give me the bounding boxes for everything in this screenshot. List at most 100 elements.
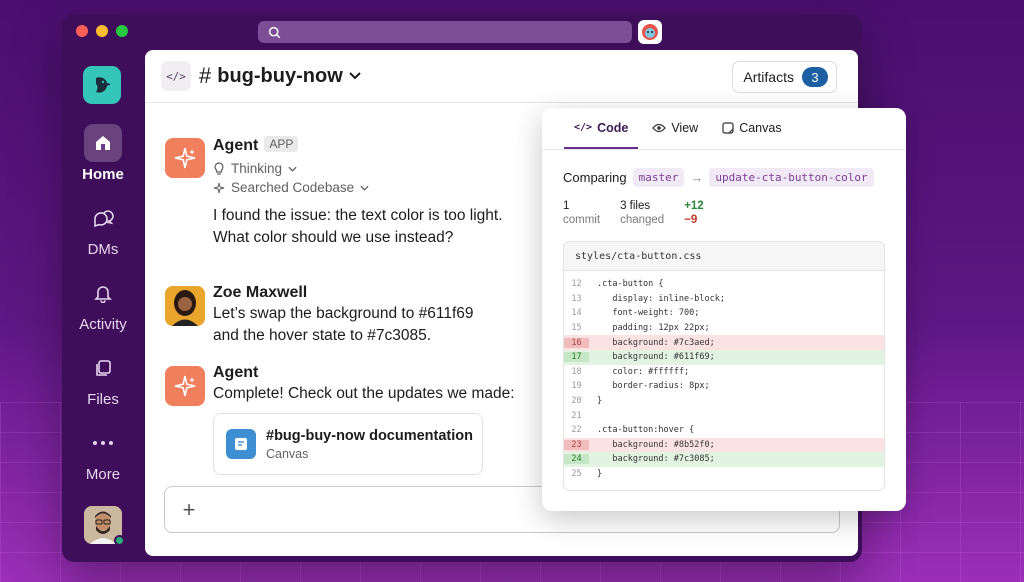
sidebar-item-label: Files — [87, 391, 119, 408]
base-branch[interactable]: master — [632, 168, 685, 187]
code-text: .cta-button { — [597, 279, 664, 290]
agent-avatar-icon — [642, 24, 658, 40]
message-text: What color should we use instead? — [213, 229, 454, 246]
sidebar-item-home[interactable]: Home — [62, 124, 144, 183]
close-window-button[interactable] — [76, 25, 88, 37]
tab-canvas[interactable]: Canvas — [712, 108, 791, 149]
line-number: 14 — [571, 308, 582, 319]
line-number: 17 — [564, 352, 589, 363]
window-controls — [76, 25, 128, 37]
tab-label: Code — [597, 120, 629, 135]
sidebar-item-label: More — [85, 466, 121, 483]
sidebar-item-more[interactable]: More — [62, 424, 144, 483]
code-text: background: #7c3085; — [597, 454, 715, 465]
artifacts-button[interactable]: Artifacts 3 — [732, 61, 837, 93]
added-code-line: 17 background: #611f69; — [564, 349, 884, 365]
code-artifact-panel: </> Code View Canvas Comparing master → … — [542, 108, 906, 511]
files-icon — [84, 349, 122, 387]
help-button[interactable] — [638, 20, 662, 44]
code-lines: 12 .cta-button { 13 display: inline-block;… — [564, 271, 884, 481]
tab-view[interactable]: View — [642, 108, 708, 149]
sidebar-item-files[interactable]: Files — [62, 349, 144, 408]
code-line: 14 font-weight: 700; — [564, 306, 884, 321]
eye-icon — [652, 123, 667, 132]
branch-comparison: Comparing master → update-cta-button-col… — [563, 168, 874, 187]
tab-code[interactable]: </> Code — [564, 108, 639, 149]
bell-icon — [84, 274, 122, 312]
diff-file: styles/cta-button.css 12 .cta-button { 13 … — [563, 241, 885, 491]
code-text: font-weight: 700; — [597, 308, 700, 319]
tab-label: Canvas — [739, 120, 782, 135]
message-text: I found the issue: the text color is too… — [213, 207, 503, 224]
thinking-status: Thinking — [213, 161, 553, 176]
files-label: changed — [620, 214, 665, 226]
code-text: .cta-button:hover { — [597, 425, 695, 436]
more-dots-icon — [84, 424, 122, 462]
line-number: 20 — [571, 396, 582, 407]
message-text: Complete! Check out the updates we made: — [213, 385, 515, 402]
minimize-window-button[interactable] — [96, 25, 108, 37]
sender-name[interactable]: Agent — [213, 364, 553, 382]
added-code-line: 24 background: #7c3085; — [564, 452, 884, 467]
canvas-icon — [722, 121, 734, 134]
search-input[interactable] — [258, 21, 632, 43]
add-attachment-button[interactable]: + — [177, 497, 201, 523]
commit-count: 1 — [563, 200, 570, 212]
code-line: 12 .cta-button { — [564, 277, 884, 292]
code-text: color: #ffffff; — [597, 366, 690, 377]
presence-indicator — [114, 535, 125, 546]
lightbulb-icon — [214, 161, 224, 175]
comparing-label: Comparing — [563, 170, 627, 185]
line-number: 19 — [571, 381, 582, 392]
chevron-down-icon — [349, 72, 361, 80]
bird-logo-icon — [96, 77, 111, 93]
code-icon: </> — [574, 122, 593, 133]
line-number: 25 — [571, 469, 582, 480]
code-channel-icon[interactable]: </> — [161, 61, 191, 91]
code-text: } — [597, 469, 603, 480]
line-number: 16 — [564, 337, 589, 348]
chat-bubbles-icon — [84, 199, 122, 237]
channel-name: bug-buy-now — [217, 64, 343, 87]
code-line: 25} — [564, 467, 884, 482]
maximize-window-button[interactable] — [116, 25, 128, 37]
canvas-attachment-card[interactable]: #bug-buy-now documentation Canvas — [213, 413, 483, 475]
canvas-type: Canvas — [266, 446, 309, 461]
avatar[interactable] — [165, 286, 205, 326]
head-branch[interactable]: update-cta-button-color — [709, 168, 874, 187]
artifacts-label: Artifacts — [743, 69, 794, 85]
line-number: 24 — [564, 454, 589, 465]
sidebar-item-label: Activity — [79, 316, 127, 333]
app-tag: APP — [264, 136, 299, 152]
removed-code-line: 16 background: #7c3aed; — [564, 335, 884, 350]
agent-sparkle-icon[interactable] — [165, 366, 205, 406]
code-text: background: #7c3aed; — [597, 337, 715, 348]
sender-name[interactable]: Zoe Maxwell — [213, 284, 553, 302]
tab-label: View — [671, 120, 699, 135]
sidebar-item-dms[interactable]: DMs — [62, 199, 144, 258]
code-text: display: inline-block; — [597, 293, 725, 304]
hash-icon: # — [199, 63, 212, 88]
code-line: 21 — [564, 408, 884, 423]
diff-stats: 1 commit 3 files changed +12 −9 — [563, 200, 704, 226]
channel-header: </> # bug-buy-now Artifacts 3 — [145, 50, 858, 103]
line-number: 12 — [571, 279, 582, 290]
code-text: padding: 12px 22px; — [597, 323, 710, 334]
files-count: 3 files — [620, 200, 651, 212]
channel-name-button[interactable]: # bug-buy-now — [199, 63, 361, 89]
searched-label: Searched Codebase — [231, 180, 355, 195]
chevron-down-icon[interactable] — [288, 166, 297, 172]
code-line: 15 padding: 12px 22px; — [564, 321, 884, 336]
file-name[interactable]: styles/cta-button.css — [564, 242, 884, 271]
sidebar-item-activity[interactable]: Activity — [62, 274, 144, 333]
line-number: 13 — [571, 293, 582, 304]
workspace-logo[interactable] — [83, 66, 121, 104]
code-text: } — [597, 396, 603, 407]
sender-name[interactable]: Agent — [213, 137, 258, 154]
search-icon — [268, 26, 281, 38]
commit-label: commit — [563, 214, 601, 226]
sidebar-item-label: Home — [82, 166, 124, 183]
code-text: background: #8b52f0; — [597, 439, 715, 450]
agent-sparkle-icon[interactable] — [165, 138, 205, 178]
searched-codebase-status[interactable]: Searched Codebase — [213, 180, 553, 195]
